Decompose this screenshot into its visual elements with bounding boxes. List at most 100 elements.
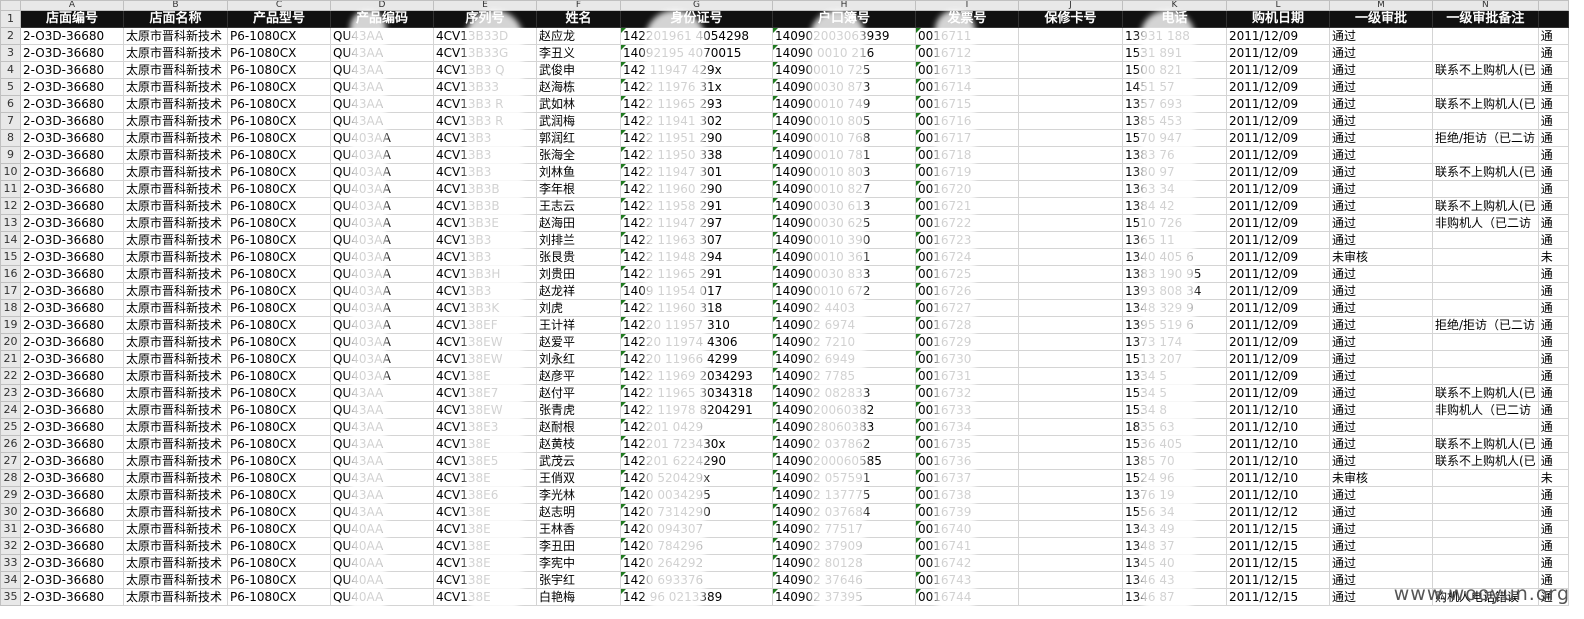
row-number[interactable]: 18 (0, 299, 21, 317)
table-cell[interactable]: 李光林 (536, 486, 621, 504)
table-cell[interactable]: 2-O3D-36680 (20, 435, 124, 453)
column-letter[interactable]: C (227, 0, 331, 11)
table-cell[interactable]: 2-O3D-36680 (20, 265, 124, 283)
table-cell[interactable] (1432, 554, 1539, 572)
table-cell[interactable]: 通 (1537, 180, 1569, 198)
table-cell[interactable]: 赵应龙 (536, 27, 621, 45)
table-cell[interactable]: 联系不上购机人(已 (1432, 95, 1539, 113)
table-cell[interactable]: P6-1080CX (227, 112, 331, 130)
table-cell[interactable]: 通过 (1329, 486, 1433, 504)
row-number[interactable]: 3 (0, 44, 21, 62)
table-cell[interactable] (1018, 129, 1123, 147)
column-letter[interactable]: F (536, 0, 621, 11)
table-cell[interactable]: 太原市晋科新技术 (123, 469, 228, 487)
table-cell[interactable]: 通过 (1329, 282, 1433, 300)
table-cell[interactable] (1432, 520, 1539, 538)
table-cell[interactable]: 通过 (1329, 520, 1433, 538)
table-cell[interactable]: P6-1080CX (227, 180, 331, 198)
table-cell[interactable]: P6-1080CX (227, 367, 331, 385)
table-cell[interactable]: 非购机人（已二访 (1432, 214, 1539, 232)
table-cell[interactable] (1432, 503, 1539, 521)
table-cell[interactable]: 通过 (1329, 384, 1433, 402)
table-cell[interactable]: P6-1080CX (227, 469, 331, 487)
table-cell[interactable]: 赵海栋 (536, 78, 621, 96)
table-cell[interactable]: 2011/12/09 (1226, 180, 1330, 198)
table-cell[interactable]: 2-O3D-36680 (20, 384, 124, 402)
row-number[interactable]: 5 (0, 78, 21, 96)
table-cell[interactable]: 联系不上购机人(已 (1432, 435, 1539, 453)
table-cell[interactable]: 2011/12/15 (1226, 554, 1330, 572)
table-cell[interactable]: P6-1080CX (227, 333, 331, 351)
table-cell[interactable]: 通过 (1329, 299, 1433, 317)
header-cell-extra[interactable] (1537, 10, 1569, 28)
row-number[interactable]: 15 (0, 248, 21, 266)
table-cell[interactable]: P6-1080CX (227, 129, 331, 147)
table-cell[interactable]: P6-1080CX (227, 520, 331, 538)
table-cell[interactable] (1018, 231, 1123, 249)
table-cell[interactable]: 2011/12/09 (1226, 282, 1330, 300)
table-cell[interactable]: 太原市晋科新技术 (123, 333, 228, 351)
table-cell[interactable] (1018, 486, 1123, 504)
table-cell[interactable]: 2011/12/15 (1226, 537, 1330, 555)
table-cell[interactable] (1432, 299, 1539, 317)
table-cell[interactable]: 太原市晋科新技术 (123, 112, 228, 130)
table-cell[interactable]: 2-O3D-36680 (20, 503, 124, 521)
table-cell[interactable]: P6-1080CX (227, 95, 331, 113)
table-cell[interactable]: 赵彦平 (536, 367, 621, 385)
table-cell[interactable]: 2011/12/09 (1226, 146, 1330, 164)
table-cell[interactable]: 通 (1537, 316, 1569, 334)
table-cell[interactable]: 通 (1537, 282, 1569, 300)
table-cell[interactable]: 2-O3D-36680 (20, 537, 124, 555)
table-cell[interactable]: 未审核 (1329, 469, 1433, 487)
table-cell[interactable]: P6-1080CX (227, 486, 331, 504)
row-number[interactable]: 12 (0, 197, 21, 215)
table-cell[interactable]: P6-1080CX (227, 282, 331, 300)
table-cell[interactable]: 2011/12/09 (1226, 44, 1330, 62)
table-cell[interactable]: P6-1080CX (227, 214, 331, 232)
row-number[interactable]: 11 (0, 180, 21, 198)
table-cell[interactable] (1018, 163, 1123, 181)
table-cell[interactable]: 太原市晋科新技术 (123, 316, 228, 334)
row-number[interactable]: 25 (0, 418, 21, 436)
row-number[interactable]: 4 (0, 61, 21, 79)
table-cell[interactable]: 2011/12/09 (1226, 129, 1330, 147)
table-cell[interactable]: 通 (1537, 452, 1569, 470)
table-cell[interactable] (1018, 401, 1123, 419)
table-cell[interactable]: 通 (1537, 537, 1569, 555)
row-number[interactable]: 34 (0, 571, 21, 589)
table-cell[interactable]: 李丑田 (536, 537, 621, 555)
table-cell[interactable]: 赵耐根 (536, 418, 621, 436)
header-cell[interactable]: 购机日期 (1226, 10, 1330, 28)
table-cell[interactable]: 2-O3D-36680 (20, 452, 124, 470)
table-cell[interactable]: 2011/12/15 (1226, 520, 1330, 538)
table-cell[interactable]: 通过 (1329, 537, 1433, 555)
table-cell[interactable]: 太原市晋科新技术 (123, 367, 228, 385)
row-number[interactable]: 16 (0, 265, 21, 283)
column-letter[interactable]: N (1432, 0, 1539, 11)
table-cell[interactable]: 通过 (1329, 367, 1433, 385)
table-cell[interactable]: 太原市晋科新技术 (123, 520, 228, 538)
table-cell[interactable]: 张宇红 (536, 571, 621, 589)
row-number[interactable]: 27 (0, 452, 21, 470)
table-cell[interactable]: 太原市晋科新技术 (123, 180, 228, 198)
table-cell[interactable] (1018, 333, 1123, 351)
table-cell[interactable]: 2011/12/09 (1226, 163, 1330, 181)
table-cell[interactable]: P6-1080CX (227, 146, 331, 164)
column-letter[interactable]: B (123, 0, 228, 11)
table-cell[interactable]: 太原市晋科新技术 (123, 282, 228, 300)
table-cell[interactable]: 未 (1537, 248, 1569, 266)
table-cell[interactable] (1018, 571, 1123, 589)
row-number[interactable]: 17 (0, 282, 21, 300)
table-cell[interactable]: P6-1080CX (227, 265, 331, 283)
row-number[interactable]: 14 (0, 231, 21, 249)
table-cell[interactable]: 2011/12/09 (1226, 350, 1330, 368)
column-letter[interactable]: D (330, 0, 434, 11)
table-cell[interactable]: P6-1080CX (227, 231, 331, 249)
table-cell[interactable]: 2-O3D-36680 (20, 350, 124, 368)
table-cell[interactable]: 通 (1537, 520, 1569, 538)
table-cell[interactable] (1432, 231, 1539, 249)
table-cell[interactable]: 太原市晋科新技术 (123, 146, 228, 164)
table-cell[interactable] (1018, 282, 1123, 300)
table-cell[interactable]: 通 (1537, 554, 1569, 572)
table-cell[interactable]: 2-O3D-36680 (20, 214, 124, 232)
